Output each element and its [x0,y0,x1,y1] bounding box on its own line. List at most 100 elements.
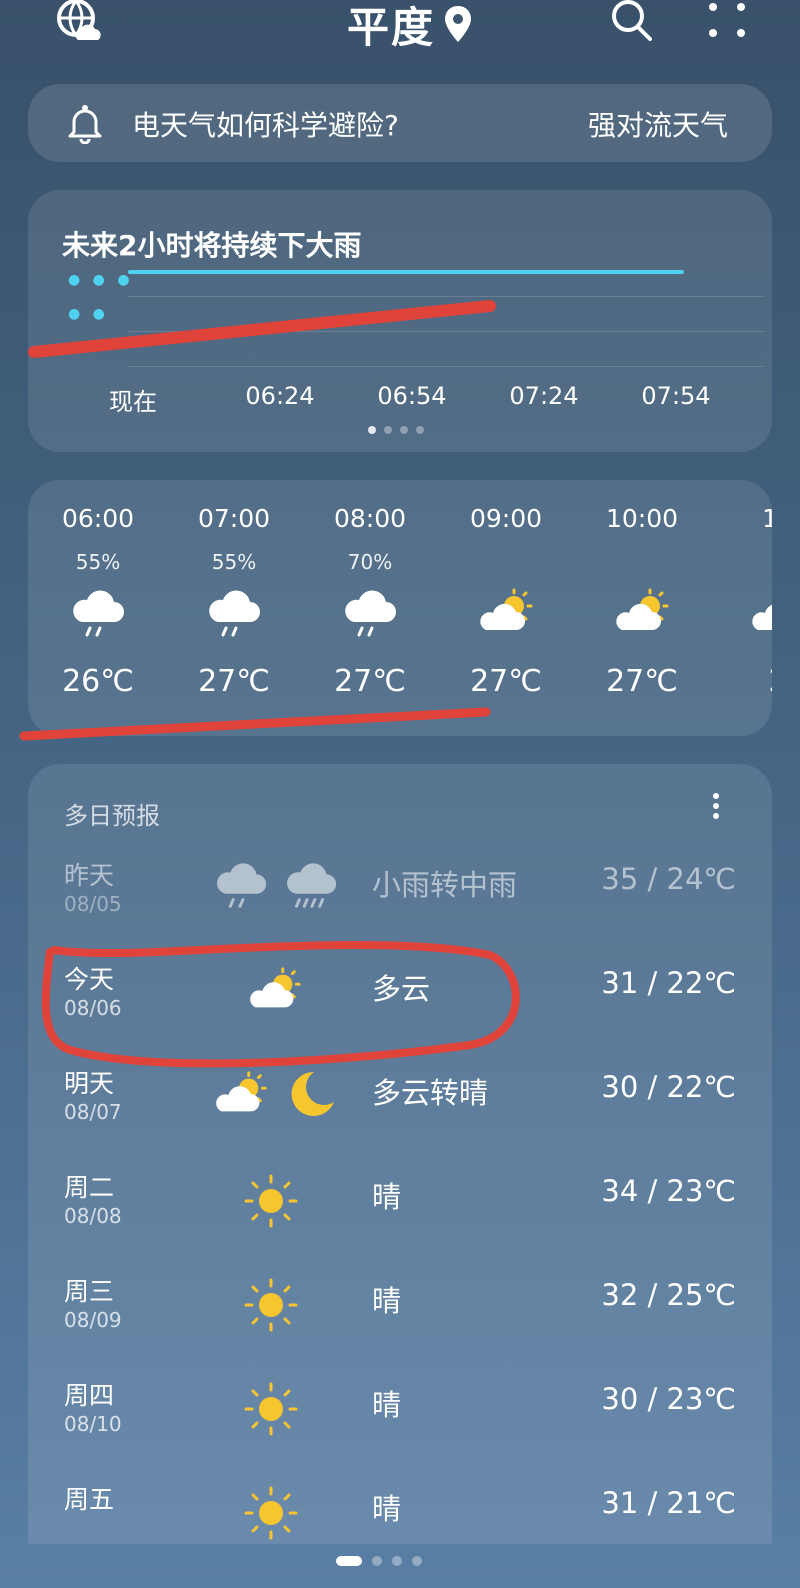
day-temp-range: 31 / 21℃ [601,1486,736,1520]
city-name: 平度 [346,2,435,52]
hour-column[interactable]: 07:00 55% 27℃ [164,480,304,736]
hour-precip-chance: 55% [75,550,121,574]
light-rain-level-icon: ● [68,340,85,356]
rain-cloud-icon [282,860,340,914]
day-temp-range: 30 / 22℃ [601,1070,736,1104]
day-condition: 晴 [372,1284,402,1318]
day-row[interactable]: 周二 08/08 晴 34 / 23℃ [28,1168,772,1272]
day-condition: 晴 [372,1492,402,1526]
day-condition: 晴 [372,1180,402,1214]
moderate-rain-level-icon: ● ● [68,306,109,322]
day-temp-range: 31 / 22℃ [601,966,736,1000]
hour-time: 11 [762,504,772,533]
day-temp-range: 30 / 23℃ [601,1382,736,1416]
day-label: 周五 [64,1485,115,1514]
day-date: 08/05 [64,892,122,916]
hour-temp: 27℃ [606,664,678,699]
partly-cloudy-icon [476,586,536,640]
partly-cloudy-icon [748,586,772,640]
time-label: 07:54 [641,382,711,410]
hour-time: 07:00 [197,504,271,533]
time-label: 现在 [109,388,157,416]
day-row[interactable]: 昨天 08/05 小雨转中雨 35 / 24℃ [28,856,772,960]
globe-icon[interactable] [56,0,102,42]
hour-precip-chance: 55% [211,550,257,574]
more-options-icon[interactable] [706,788,726,828]
heavy-rain-level-icon: ● ● ● [68,272,134,288]
hour-temp: 27℃ [470,664,542,699]
grid-line [128,296,764,297]
day-label: 今天 [64,965,115,994]
day-condition: 多云转晴 [372,1076,489,1110]
precipitation-card[interactable]: 未来2小时将持续下大雨 ● ● ● ● ● ● 现在 06:24 06:54 0… [28,190,772,452]
hour-precip-chance: 70% [347,550,393,574]
sun-icon [242,1484,300,1540]
day-label: 明天 [64,1069,115,1098]
day-row[interactable]: 周四 08/10 晴 30 / 23℃ [28,1376,772,1480]
day-label: 周三 [64,1277,115,1306]
day-row[interactable]: 今天 08/06 多云 31 / 22℃ [28,960,772,1064]
day-row[interactable]: 周三 08/09 晴 32 / 25℃ [28,1272,772,1376]
hour-column[interactable]: 10:00 27℃ [572,480,712,736]
day-date: 08/08 [64,1204,122,1228]
day-label: 昨天 [64,861,115,890]
hour-time: 06:00 [61,504,135,533]
day-date: 08/06 [64,996,122,1020]
day-temp-range: 35 / 24℃ [601,862,736,896]
hour-time: 08:00 [333,504,407,533]
location-pin-icon [445,6,471,42]
page-indicator[interactable] [336,1556,422,1566]
daily-heading: 多日预报 [64,802,160,830]
hour-temp: 27℃ [198,664,270,699]
day-label: 周二 [64,1173,115,1202]
time-label: 06:54 [377,382,447,410]
moon-icon [282,1068,340,1122]
hour-column[interactable]: 11 2 [708,480,772,736]
bell-icon [64,102,106,145]
day-condition: 多云 [372,972,431,1006]
day-temp-range: 32 / 25℃ [601,1278,736,1312]
grid-line [128,366,764,367]
search-icon[interactable] [610,0,654,44]
partly-cloudy-icon [612,586,672,640]
day-row[interactable]: 明天 08/07 多云转晴 30 / 22℃ [28,1064,772,1168]
sun-icon [242,1276,300,1332]
city-title[interactable]: 平度 [320,0,500,52]
hour-column[interactable]: 09:00 27℃ [436,480,576,736]
time-label: 07:24 [509,382,579,410]
hour-column[interactable]: 06:00 55% 26℃ [28,480,168,736]
precip-title: 未来2小时将持续下大雨 [62,229,362,262]
sun-icon [242,1380,300,1436]
hour-temp: 26℃ [62,664,134,699]
rain-cloud-icon [212,860,270,914]
time-label: 06:24 [245,382,315,410]
day-date: 08/09 [64,1308,122,1332]
day-label: 周四 [64,1381,115,1410]
hour-temp: 2 [708,664,772,699]
hour-time: 10:00 [605,504,679,533]
precip-page-dots [368,426,424,434]
day-date: 08/07 [64,1100,122,1124]
alert-text-secondary: 强对流天气 [588,109,729,142]
hour-column[interactable]: 08:00 70% 27℃ [300,480,440,736]
sun-icon [242,1172,300,1228]
alert-text-primary: 电天气如何科学避险? [132,109,399,142]
grid-line [128,331,764,332]
precip-intensity-line [128,270,684,274]
daily-forecast-card: 多日预报 昨天 08/05 小雨转中雨 35 / 24℃ 今天 08/06 多云… [28,764,772,1544]
day-temp-range: 34 / 23℃ [601,1174,736,1208]
rain-cloud-icon [204,586,264,640]
rain-cloud-icon [68,586,128,640]
partly-cloudy-icon [246,964,304,1018]
partly-cloudy-icon [212,1068,270,1122]
day-condition: 晴 [372,1388,402,1422]
hourly-forecast-card[interactable]: 06:00 55% 26℃ 07:00 55% 27℃ 08:00 70% 27… [28,480,772,736]
day-row[interactable]: 周五 晴 31 / 21℃ [28,1480,772,1544]
day-condition: 小雨转中雨 [372,868,518,902]
weather-alert-banner[interactable]: 电天气如何科学避险? 强对流天气 [28,84,772,162]
day-date: 08/10 [64,1412,122,1436]
hour-time: 09:00 [469,504,543,533]
hour-temp: 27℃ [334,664,406,699]
more-grid-icon[interactable] [706,0,748,42]
rain-cloud-icon [340,586,400,640]
